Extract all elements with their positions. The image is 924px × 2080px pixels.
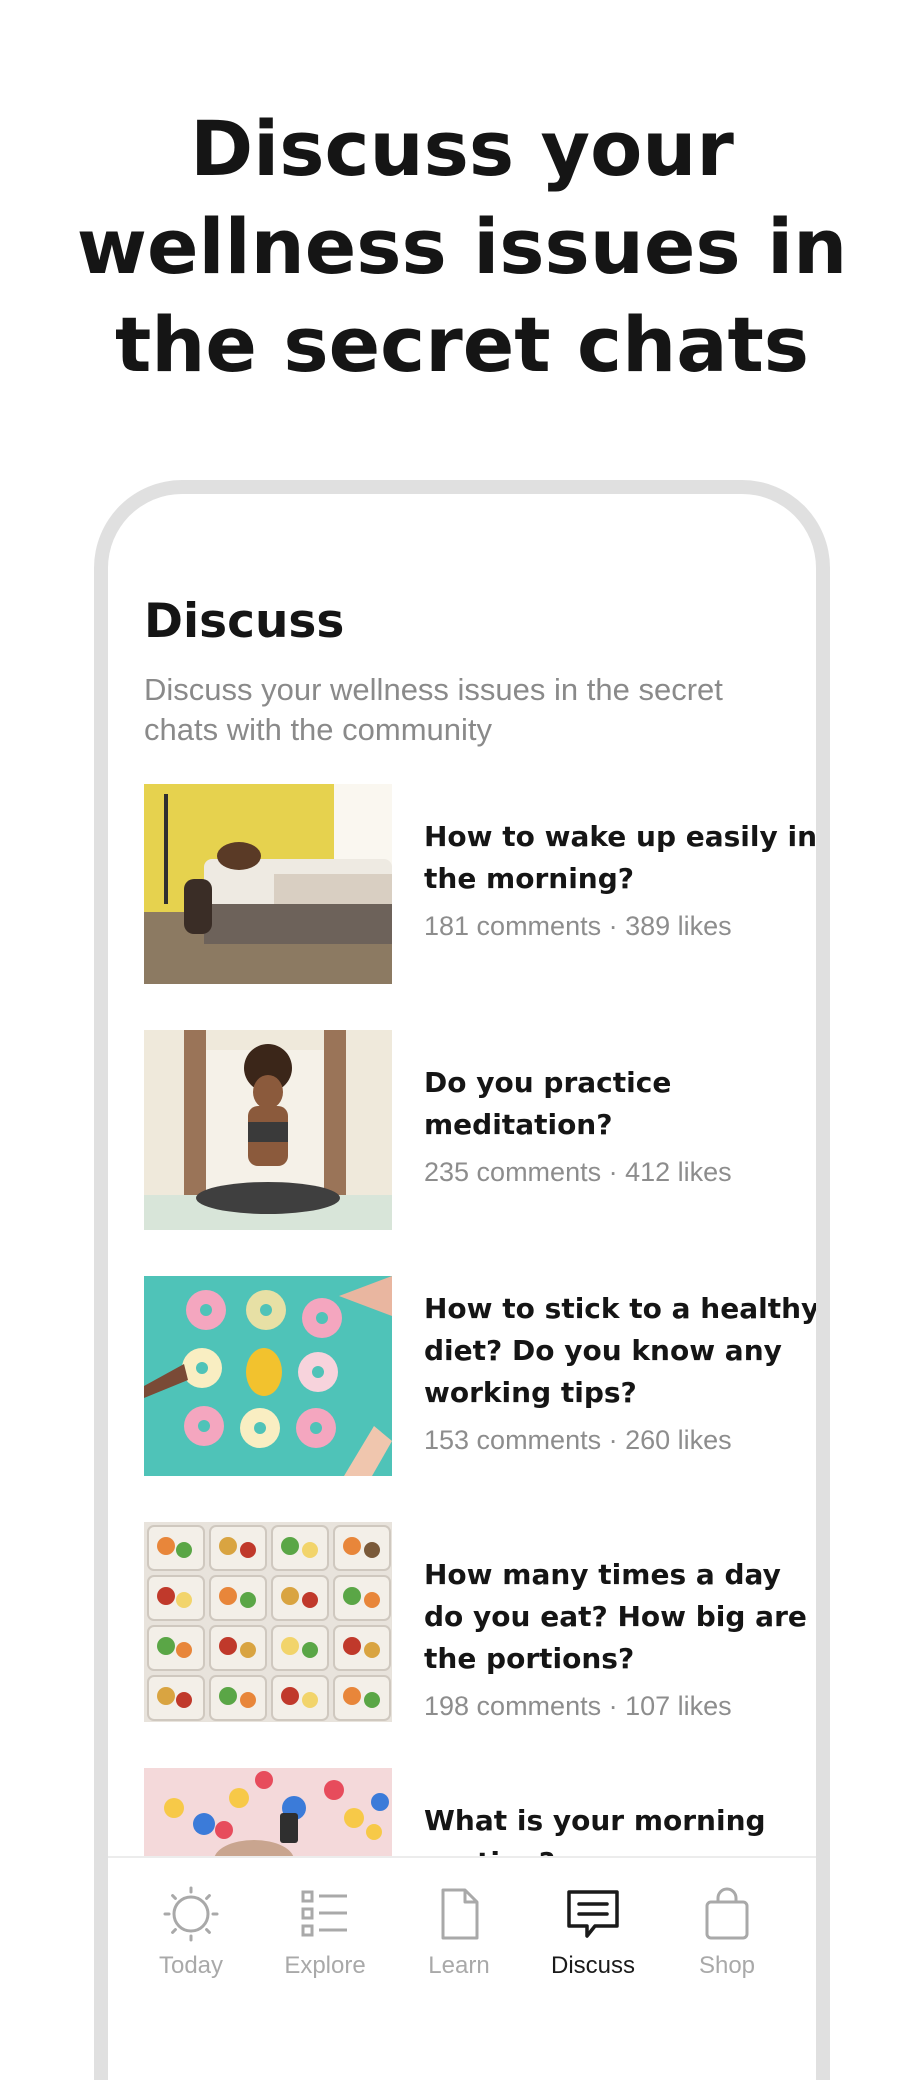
list-icon <box>301 1890 347 1937</box>
headline-line-3: the secret chats <box>114 300 810 389</box>
bottom-tab-bar: Today Explore Learn Discuss Shop <box>108 1856 816 2018</box>
shopping-bag-icon <box>705 1887 749 1940</box>
topic-text: How many times a day do you eat? How big… <box>424 1554 816 1724</box>
page-title: Discuss <box>144 594 345 649</box>
topic-title: How to wake up easily in the morning? <box>424 820 818 895</box>
headline-line-1: Discuss your <box>190 104 734 193</box>
tab-learn[interactable]: Learn <box>392 1858 526 1988</box>
topic-title: Do you practice meditation? <box>424 1066 672 1141</box>
topic-item-healthy-diet[interactable]: How to stick to a healthy diet? Do you k… <box>144 1276 820 1476</box>
tab-label: Today <box>158 1952 224 1979</box>
promo-headline: Discuss your wellness issues in the secr… <box>0 100 924 394</box>
topic-title: How to stick to a healthy diet? Do you k… <box>424 1292 820 1409</box>
topic-text: How to wake up easily in the morning? 18… <box>424 816 818 944</box>
tab-today[interactable]: Today <box>124 1858 258 1988</box>
topic-thumbnail-bedroom <box>144 784 392 984</box>
topic-thumbnail-meal-prep <box>144 1522 392 1722</box>
topic-item-portions[interactable]: How many times a day do you eat? How big… <box>144 1522 816 1724</box>
page-subtitle: Discuss your wellness issues in the secr… <box>144 672 723 747</box>
headline-line-2: wellness issues in <box>76 202 848 291</box>
topic-text: Do you practice meditation? 235 comments… <box>424 1062 816 1190</box>
tab-label: Learn <box>428 1952 490 1979</box>
topic-thumbnail-donuts <box>144 1276 392 1476</box>
topic-meta: 198 comments · 107 likes <box>424 1691 732 1721</box>
tab-discuss[interactable]: Discuss <box>526 1858 660 1988</box>
tab-label: Shop <box>698 1952 756 1979</box>
topic-title: How many times a day do you eat? How big… <box>424 1558 807 1675</box>
tab-label: Explore <box>284 1952 366 1979</box>
topic-meta: 181 comments · 389 likes <box>424 911 732 941</box>
topic-item-meditation[interactable]: Do you practice meditation? 235 comments… <box>144 1030 816 1230</box>
topic-thumbnail-meditation <box>144 1030 392 1230</box>
topic-text: How to stick to a healthy diet? Do you k… <box>424 1288 820 1458</box>
document-icon <box>441 1888 479 1940</box>
tab-explore[interactable]: Explore <box>258 1858 392 1988</box>
topic-meta: 153 comments · 260 likes <box>424 1425 732 1455</box>
topic-meta: 235 comments · 412 likes <box>424 1157 732 1187</box>
topic-item-wake-up[interactable]: How to wake up easily in the morning? 18… <box>144 784 818 984</box>
sun-icon <box>163 1886 219 1942</box>
chat-icon <box>567 1890 619 1938</box>
phone-frame: Discuss Discuss your wellness issues in … <box>94 480 830 2080</box>
tab-shop[interactable]: Shop <box>660 1858 794 1988</box>
tab-label: Discuss <box>550 1952 635 1979</box>
